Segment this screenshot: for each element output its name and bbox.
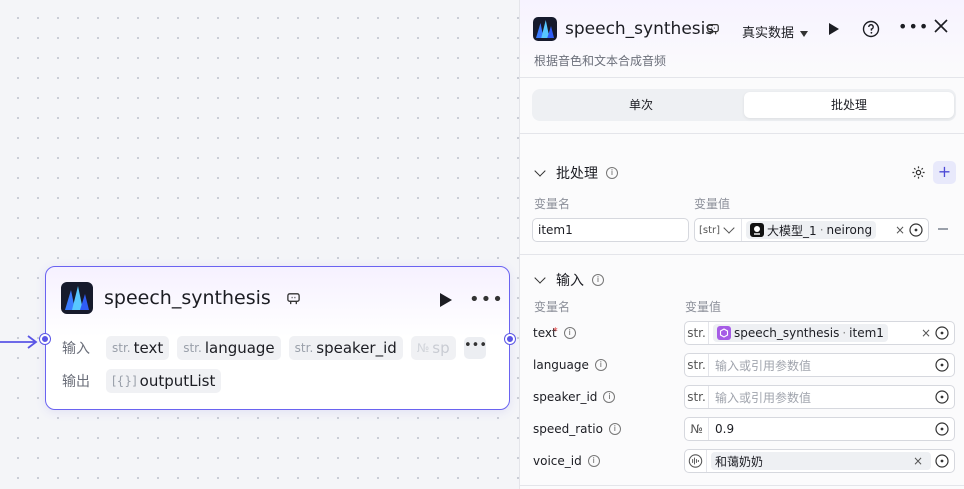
output-port[interactable]	[505, 334, 515, 344]
reference-target-icon[interactable]	[935, 326, 949, 340]
add-batch-variable-button[interactable]: +	[933, 161, 956, 184]
remove-batch-variable-button[interactable]	[938, 228, 948, 230]
plugin-logo-icon	[61, 282, 93, 314]
inputs-label: 输入	[62, 341, 90, 357]
output-chip-outputlist: [{}] outputList	[106, 369, 222, 393]
input-chip-text: str. text	[106, 336, 170, 360]
workflow-node-speech-synthesis[interactable]: speech_synthesis ••• 输入 str. text str. lan…	[40, 266, 515, 410]
panel-run-icon[interactable]	[828, 22, 840, 36]
input-port[interactable]	[40, 334, 50, 344]
input-chip-overflow: № sp	[410, 336, 456, 360]
gear-icon[interactable]	[911, 165, 926, 180]
tab-single[interactable]: 单次	[536, 92, 746, 118]
node-outputs-row: 输出 [{}] outputList	[62, 369, 222, 393]
batch-ref-icon	[717, 326, 731, 340]
batch-var-name-header: 变量名	[534, 197, 571, 211]
info-icon: i	[587, 455, 600, 467]
node-more-icon[interactable]: •••	[469, 289, 504, 310]
info-icon: i	[563, 327, 576, 339]
clear-voice-icon[interactable]: ×	[913, 454, 923, 468]
help-icon[interactable]	[862, 20, 880, 38]
clear-ref-icon[interactable]: ×	[921, 326, 931, 340]
chevron-down-icon	[534, 272, 546, 284]
value-type-label: [str]	[699, 224, 721, 236]
batch-section-header[interactable]: 批处理 i	[534, 163, 618, 183]
reference-target-icon[interactable]	[935, 454, 949, 468]
mode-tabs: 单次 批处理	[532, 89, 956, 121]
reference-target-icon[interactable]	[909, 223, 923, 237]
info-icon: i	[594, 359, 607, 371]
input-label-voice-id: voice_id i	[533, 454, 600, 468]
input-value-voice-id[interactable]: 和蔼奶奶 ×	[684, 449, 955, 473]
input-chip-speaker-id: str. speaker_id	[288, 336, 403, 360]
tab-batch[interactable]: 批处理	[744, 92, 954, 118]
data-source-dropdown[interactable]: 真实数据	[742, 22, 809, 41]
ref-tag-speech-synthesis: speech_synthesis · item1	[713, 324, 888, 342]
inputs-var-name-header: 变量名	[534, 300, 571, 314]
reference-target-icon[interactable]	[935, 390, 949, 404]
chevron-down-icon	[534, 165, 546, 177]
clear-ref-icon[interactable]: ×	[895, 223, 905, 237]
panel-description: 根据音色和文本合成音频	[534, 54, 667, 68]
info-icon: i	[603, 391, 616, 403]
input-label-text: text* i	[533, 326, 576, 340]
input-label-speed-ratio: speed_ratio i	[533, 422, 621, 436]
node-title: speech_synthesis	[104, 287, 271, 309]
panel-plugin-badge-icon	[707, 24, 719, 35]
inputs-section-header[interactable]: 输入 i	[534, 270, 604, 290]
input-label-speaker-id: speaker_id i	[533, 390, 616, 404]
ref-tag-llm: 大模型_1 · neirong	[746, 221, 877, 239]
close-icon[interactable]	[934, 19, 948, 33]
more-inputs-button[interactable]: •••	[464, 337, 487, 359]
reference-target-icon[interactable]	[935, 358, 949, 372]
info-icon: i	[608, 423, 621, 435]
input-value-speaker-id[interactable]: str. 输入或引用参数值	[684, 385, 955, 409]
input-value-text[interactable]: str. speech_synthesis · item1 ×	[684, 321, 955, 345]
node-settings-panel: speech_synthesis 真实数据 ••• 根据音色和文本合成音频 单次…	[519, 0, 964, 489]
panel-title: speech_synthesis	[565, 19, 715, 39]
node-inputs-row: 输入 str. text str. language str. speaker_id …	[62, 336, 456, 360]
run-node-icon[interactable]	[439, 292, 453, 308]
llm-node-icon	[750, 223, 765, 237]
type-dropdown-icon[interactable]	[723, 222, 735, 234]
batch-var-value-header: 变量值	[694, 197, 731, 211]
batch-item-value-ref[interactable]: [str] 大模型_1 · neirong ×	[694, 218, 929, 242]
input-chip-language: str. language	[177, 336, 281, 360]
plugin-badge-icon	[287, 293, 300, 305]
outputs-label: 输出	[62, 374, 90, 390]
info-icon: i	[592, 274, 604, 286]
input-value-language[interactable]: str. 输入或引用参数值	[684, 353, 955, 377]
panel-more-icon[interactable]: •••	[898, 17, 929, 36]
inputs-var-value-header: 变量值	[685, 300, 722, 314]
panel-plugin-logo-icon	[533, 17, 557, 41]
input-label-language: language i	[533, 358, 607, 372]
info-icon: i	[606, 167, 618, 179]
voice-icon	[688, 450, 707, 472]
voice-tag: 和蔼奶奶 ×	[711, 452, 931, 470]
input-value-speed-ratio[interactable]: № 0.9	[684, 417, 955, 441]
batch-item-name-input[interactable]: item1	[532, 218, 689, 242]
reference-target-icon[interactable]	[935, 422, 949, 436]
